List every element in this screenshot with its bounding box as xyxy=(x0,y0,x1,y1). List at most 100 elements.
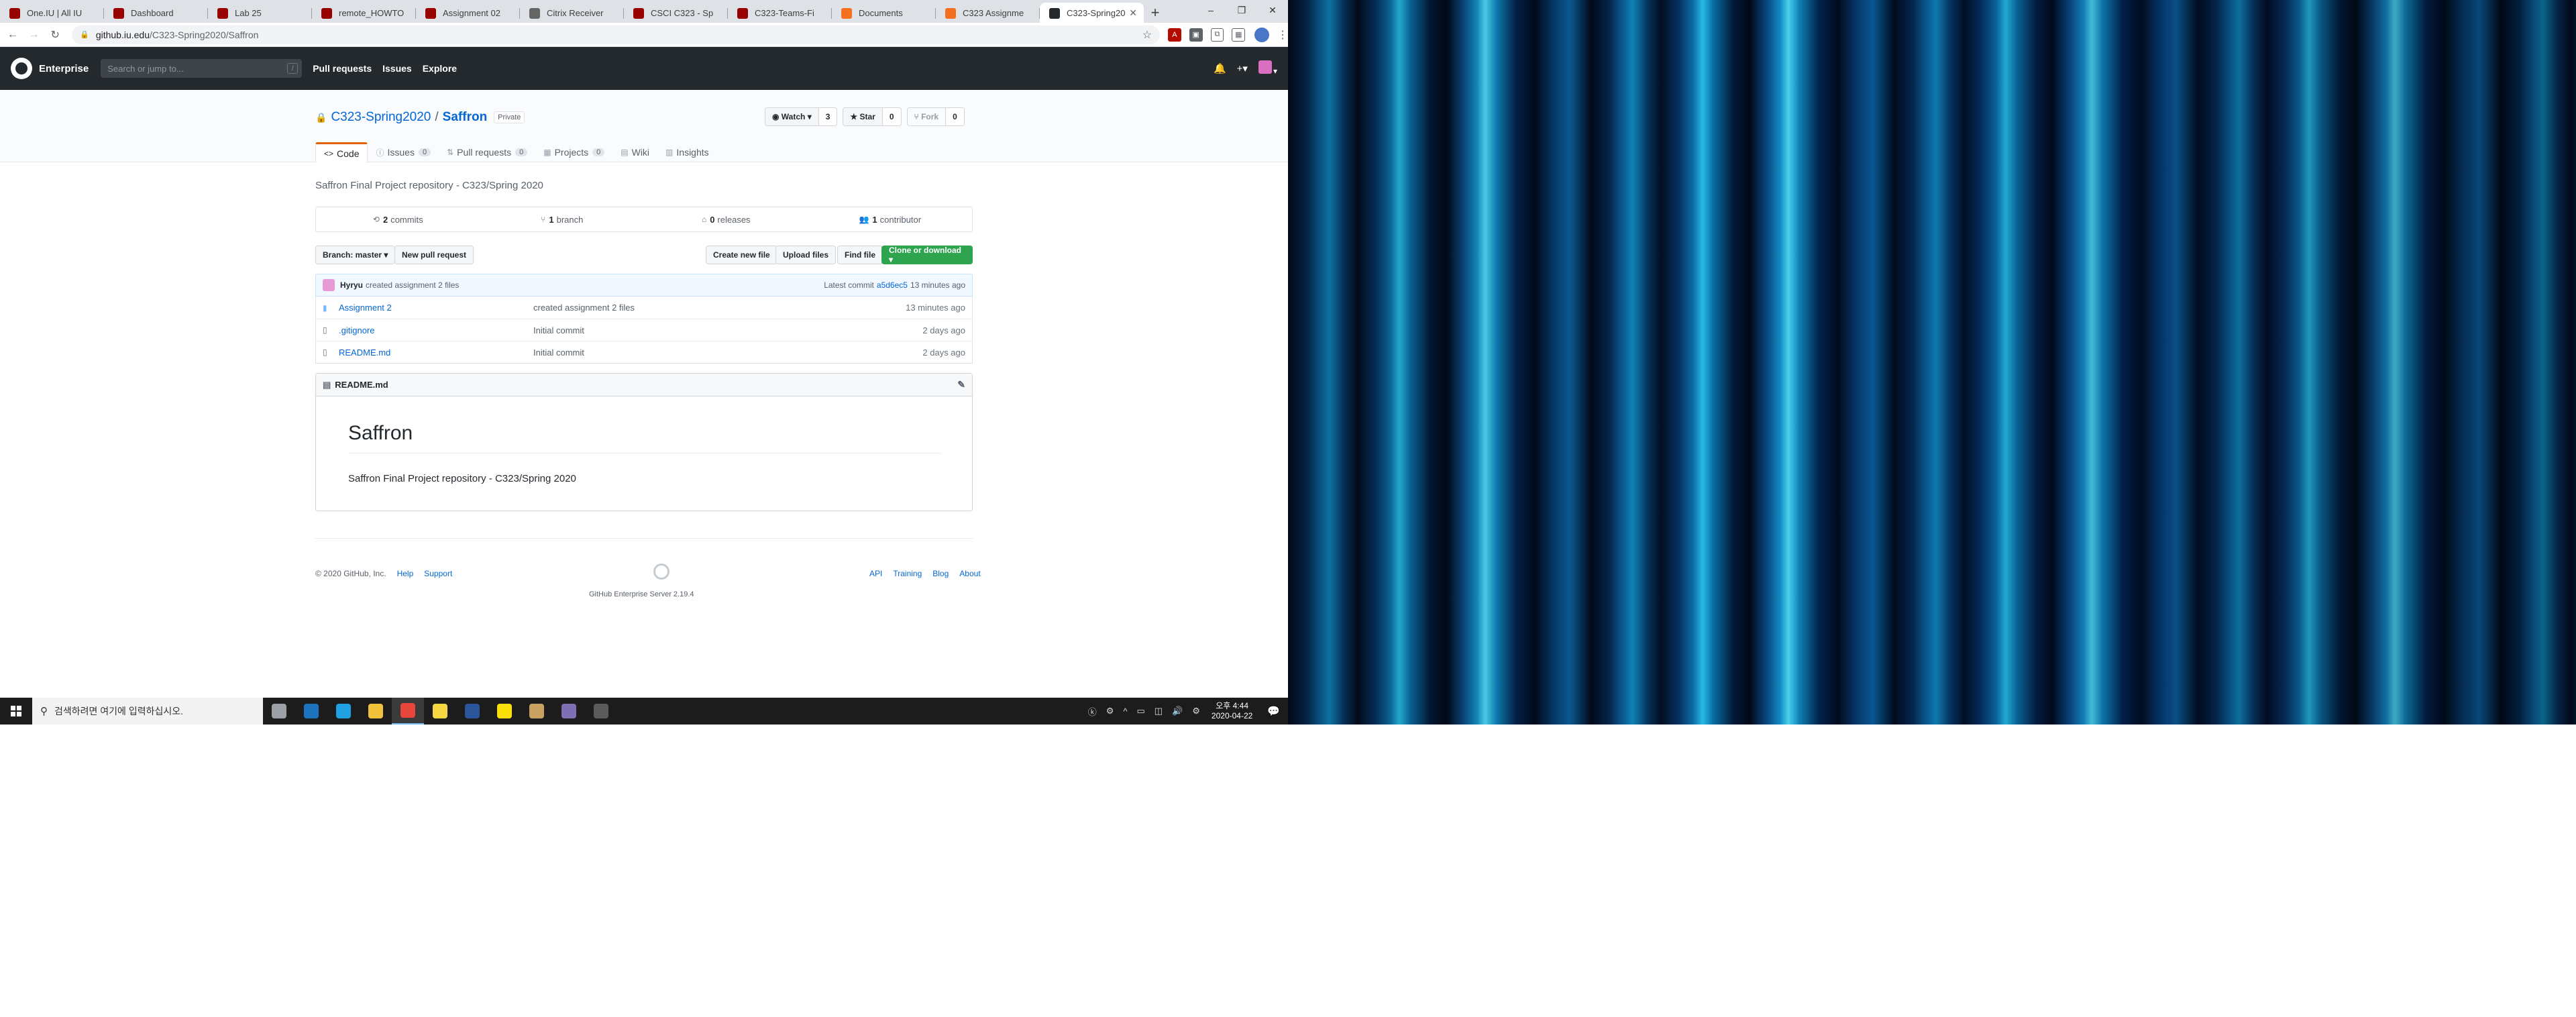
fork-button[interactable]: ⑂ Fork xyxy=(907,108,947,125)
footer-support-link[interactable]: Support xyxy=(424,569,452,578)
readme-header: ▤ README.md ✎ xyxy=(316,374,972,396)
people-tray-icon[interactable]: ⚙ xyxy=(1106,706,1114,716)
footer-api-link[interactable]: API xyxy=(869,569,882,578)
sticky-notes-taskbar-icon[interactable] xyxy=(424,698,456,725)
clone-or-download-button[interactable]: Clone or download ▾ xyxy=(881,246,973,264)
branches-link[interactable]: ⑂ 1 branch xyxy=(480,215,645,225)
user-menu[interactable]: ▾ xyxy=(1258,60,1277,76)
file-commit-message[interactable]: Initial commit xyxy=(533,325,922,335)
tab-projects[interactable]: ▦ Projects 0 xyxy=(535,142,612,162)
maximize-button[interactable]: ❐ xyxy=(1226,0,1257,20)
profile-avatar[interactable] xyxy=(1254,27,1269,42)
create-new-plus-icon[interactable]: +▾ xyxy=(1237,62,1248,74)
tab-pull-requests[interactable]: ⇅ Pull requests 0 xyxy=(439,142,535,162)
show-hidden-icons-icon[interactable]: ^ xyxy=(1123,706,1127,716)
file-commit-message[interactable]: Initial commit xyxy=(533,347,922,358)
browser-tab[interactable]: Assignment 02 xyxy=(416,3,520,23)
nav-pull-requests[interactable]: Pull requests xyxy=(313,63,372,74)
create-new-file-button[interactable]: Create new file xyxy=(706,246,777,264)
pencil-edit-icon[interactable]: ✎ xyxy=(957,379,965,390)
close-window-button[interactable]: ✕ xyxy=(1257,0,1288,20)
browser-tab[interactable]: CSCI C323 - Sp xyxy=(624,3,728,23)
acrobat-extension-icon[interactable]: A xyxy=(1168,28,1181,42)
commit-sha-link[interactable]: a5d6ec5 xyxy=(877,280,908,290)
address-bar[interactable]: 🔒 github.iu.edu /C323-Spring2020/Saffron… xyxy=(72,25,1161,44)
browser-tab[interactable]: C323-Spring20 ✕ xyxy=(1040,3,1144,23)
forward-arrow-icon[interactable]: → xyxy=(25,26,43,44)
extension-icon[interactable]: ▣ xyxy=(1189,28,1203,42)
browser-tab[interactable]: C323 Assignme xyxy=(936,3,1040,23)
file-link[interactable]: README.md xyxy=(339,347,533,358)
start-button[interactable] xyxy=(0,698,32,725)
footer-help-link[interactable]: Help xyxy=(397,569,414,578)
commit-message-link[interactable]: created assignment 2 files xyxy=(366,280,459,290)
find-file-button[interactable]: Find file xyxy=(837,246,883,264)
footer-about-link[interactable]: About xyxy=(959,569,980,578)
browser-tab[interactable]: One.IU | All IU xyxy=(0,3,104,23)
word-taskbar-icon[interactable] xyxy=(456,698,488,725)
kakaotalk-taskbar-icon[interactable] xyxy=(488,698,521,725)
new-tab-button[interactable]: + xyxy=(1144,3,1167,23)
tab-code[interactable]: <> Code xyxy=(315,142,368,163)
taskbar-clock[interactable]: 오후 4:44 2020-04-22 xyxy=(1212,701,1252,721)
fork-count[interactable]: 0 xyxy=(946,108,964,125)
ie-taskbar-icon[interactable] xyxy=(327,698,360,725)
edge-taskbar-icon[interactable] xyxy=(295,698,327,725)
tab-wiki[interactable]: ▤ Wiki xyxy=(612,142,657,162)
branch-select-button[interactable]: Branch: master ▾ xyxy=(315,246,396,264)
network-icon[interactable]: ◫ xyxy=(1155,706,1163,716)
watch-count[interactable]: 3 xyxy=(818,108,837,125)
notification-center-icon[interactable]: 💬 xyxy=(1267,705,1280,717)
notifications-bell-icon[interactable]: 🔔 xyxy=(1214,62,1226,74)
close-tab-icon[interactable]: ✕ xyxy=(1129,7,1137,19)
chrome-taskbar-icon[interactable] xyxy=(392,698,424,725)
calculator-taskbar-icon[interactable] xyxy=(585,698,617,725)
taskbar-search-input[interactable]: ⚲ 검색하려면 여기에 입력하십시오. xyxy=(32,698,263,725)
file-link[interactable]: Assignment 2 xyxy=(339,303,533,313)
github-search-input[interactable]: Search or jump to... / xyxy=(101,59,303,78)
footer-blog-link[interactable]: Blog xyxy=(932,569,949,578)
new-pull-request-button[interactable]: New pull request xyxy=(394,246,474,264)
commits-link[interactable]: ⟲ 2 commits xyxy=(316,215,480,225)
github-mark-icon[interactable] xyxy=(653,564,669,580)
file-link[interactable]: .gitignore xyxy=(339,325,533,335)
browser-tab[interactable]: Lab 25 xyxy=(208,3,312,23)
browser-tab[interactable]: Citrix Receiver xyxy=(520,3,624,23)
github-logo-icon[interactable] xyxy=(11,58,32,79)
task-view-taskbar-icon[interactable] xyxy=(263,698,295,725)
enterprise-label[interactable]: Enterprise xyxy=(39,63,89,74)
bookmark-star-icon[interactable]: ☆ xyxy=(1142,28,1152,42)
settings-tray-icon[interactable]: ⚙ xyxy=(1192,706,1200,716)
browser-tab[interactable]: Dashboard xyxy=(104,3,208,23)
star-count[interactable]: 0 xyxy=(882,108,901,125)
tab-insights[interactable]: ▥ Insights xyxy=(657,142,717,162)
app-generic-taskbar-icon[interactable] xyxy=(521,698,553,725)
file-explorer-taskbar-icon[interactable] xyxy=(360,698,392,725)
nav-issues[interactable]: Issues xyxy=(382,63,412,74)
browser-tab[interactable]: Documents xyxy=(832,3,936,23)
footer-training-link[interactable]: Training xyxy=(893,569,922,578)
commit-author-link[interactable]: Hyryu xyxy=(340,280,363,290)
watch-button[interactable]: ◉ Watch ▾ xyxy=(765,108,819,125)
back-arrow-icon[interactable]: ← xyxy=(4,26,21,44)
browser-tab[interactable]: remote_HOWTO xyxy=(312,3,416,23)
tab-issues[interactable]: ⓘ Issues 0 xyxy=(368,142,439,162)
file-commit-message[interactable]: created assignment 2 files xyxy=(533,303,906,313)
volume-icon[interactable]: 🔊 xyxy=(1172,706,1183,716)
battery-icon[interactable]: ▭ xyxy=(1136,706,1144,716)
repo-name-link[interactable]: Saffron xyxy=(443,110,488,125)
minimize-button[interactable]: – xyxy=(1195,0,1226,20)
contributors-link[interactable]: 👥 1 contributor xyxy=(808,215,973,225)
reload-icon[interactable]: ↻ xyxy=(46,26,64,44)
browser-menu-icon[interactable]: ⋮ xyxy=(1277,28,1288,42)
browser-tab[interactable]: C323-Teams-Fi xyxy=(728,3,832,23)
star-button[interactable]: ★ Star xyxy=(843,108,883,125)
upload-files-button[interactable]: Upload files xyxy=(775,246,837,264)
nav-explore[interactable]: Explore xyxy=(423,63,457,74)
citrix-taskbar-icon[interactable] xyxy=(553,698,585,725)
extension-icon[interactable]: ▦ xyxy=(1232,28,1246,42)
extension-icon[interactable]: ⧉ xyxy=(1210,28,1224,42)
releases-link[interactable]: ⌂ 0 releases xyxy=(644,215,808,225)
kakao-tray-icon[interactable]: ⓚ xyxy=(1088,705,1097,718)
repo-owner-link[interactable]: C323-Spring2020 xyxy=(331,110,431,125)
